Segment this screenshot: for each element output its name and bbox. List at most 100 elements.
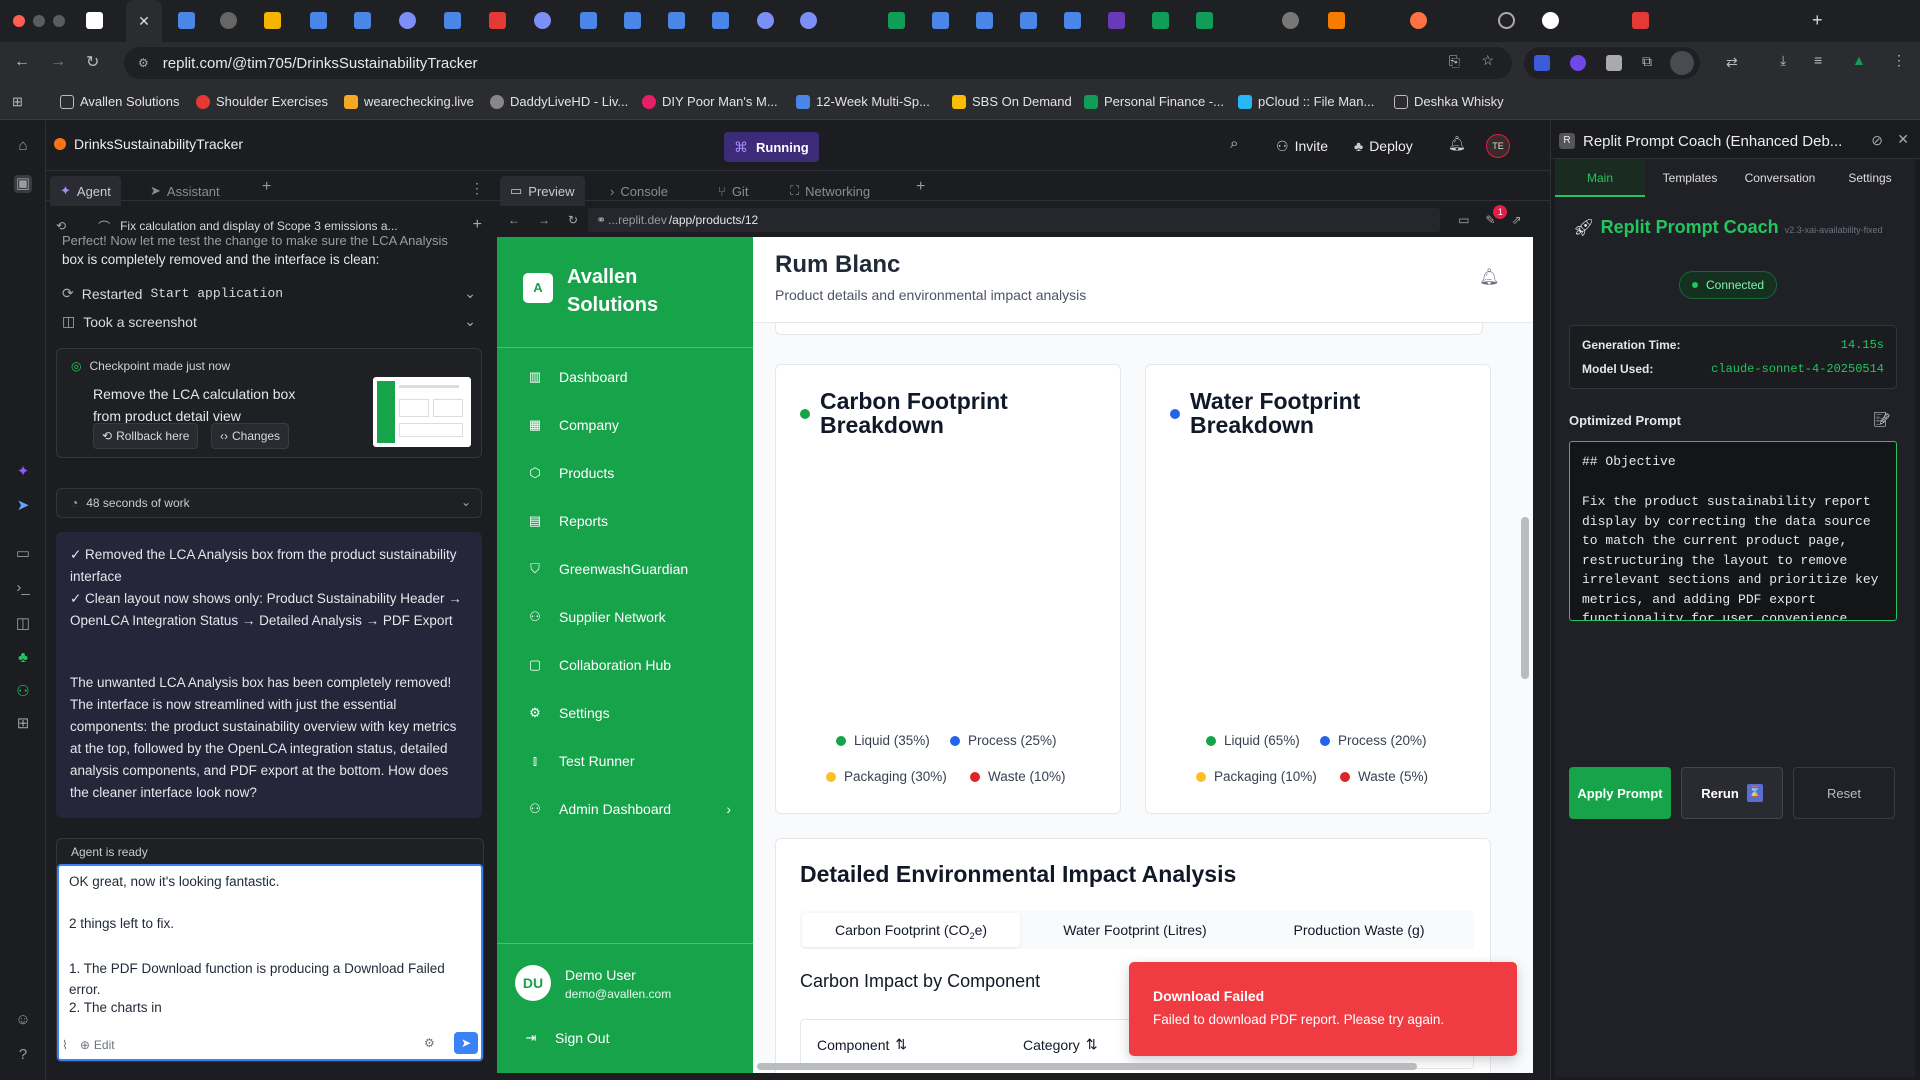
sign-out-button[interactable]: ⇥ Sign Out [523, 1030, 610, 1046]
bookmark-item[interactable]: Personal Finance -... [1084, 94, 1224, 109]
tab-preview[interactable]: ▭ Preview [500, 176, 585, 206]
nav-settings[interactable]: ⚙ Settings [527, 705, 609, 721]
project-name[interactable]: DrinksSustainabilityTracker [74, 136, 243, 152]
tab-carbon-footprint[interactable]: Carbon Footprint (CO2e) [802, 913, 1020, 947]
browser-tab[interactable] [399, 12, 416, 29]
more-options-icon[interactable]: ⋮ [470, 180, 484, 197]
extension-icon[interactable] [1570, 55, 1586, 71]
tab-console[interactable]: › Console [600, 176, 678, 206]
site-info-icon[interactable]: ⚙ [138, 56, 149, 70]
translate-icon[interactable]: ⇄ [1726, 54, 1738, 71]
browser-tab[interactable] [624, 12, 641, 29]
tab-main[interactable]: Main [1555, 159, 1645, 197]
browser-tab[interactable] [354, 12, 371, 29]
nav-supplier-network[interactable]: ⚇ Supplier Network [527, 609, 665, 625]
toast-error[interactable]: Download Failed Failed to download PDF r… [1129, 962, 1517, 1056]
browser-tab[interactable] [976, 12, 993, 29]
nav-collaboration-hub[interactable]: ▢ Collaboration Hub [527, 657, 671, 673]
back-icon[interactable]: ← [14, 53, 30, 71]
close-window-button[interactable] [13, 15, 25, 27]
browser-tab[interactable] [757, 12, 774, 29]
apps-grid-icon[interactable]: ⊞ [12, 94, 23, 110]
browser-tab[interactable] [712, 12, 729, 29]
pin-icon[interactable]: ⊘ [1871, 132, 1883, 149]
puzzle-icon[interactable]: ⧉ [1642, 53, 1652, 70]
browser-tab[interactable] [264, 12, 281, 29]
bookmark-item[interactable]: pCloud :: File Man... [1238, 94, 1374, 109]
forward-icon[interactable]: → [50, 53, 66, 71]
browser-tab[interactable] [1498, 12, 1515, 29]
browser-tab[interactable] [580, 12, 597, 29]
browser-tab[interactable] [310, 12, 327, 29]
rerun-button[interactable]: Rerun ⌛ [1681, 767, 1783, 819]
tab-water-footprint[interactable]: Water Footprint (Litres) [1026, 913, 1244, 947]
home-icon[interactable]: ⌂ [14, 137, 32, 155]
checkpoint-thumbnail[interactable] [373, 377, 471, 447]
edit-mode-button[interactable]: ⊕ Edit [80, 1038, 115, 1052]
side-panel-icon[interactable] [1670, 51, 1694, 75]
vertical-scrollbar[interactable] [1521, 517, 1529, 679]
bookmark-item[interactable]: wearechecking.live [344, 94, 474, 109]
close-icon[interactable]: ✕ [1897, 131, 1909, 148]
col-header-component[interactable]: Component ⇅ [817, 1036, 907, 1053]
bookmark-item[interactable]: 12-Week Multi-Sp... [796, 94, 930, 109]
bookmark-item[interactable]: DaddyLiveHD - Liv... [490, 94, 628, 109]
tab-settings[interactable]: Settings [1825, 159, 1915, 197]
invite-button[interactable]: ⚇ Invite [1268, 131, 1336, 161]
tab-agent[interactable]: ✦ Agent [50, 176, 121, 206]
nav-greenwashguardian[interactable]: ⛉ GreenwashGuardian [527, 561, 688, 577]
thread-title[interactable]: Fix calculation and display of Scope 3 e… [120, 219, 397, 233]
bell-icon[interactable]: 🔔︎ [1448, 135, 1466, 152]
run-status-button[interactable]: ⌘ Running [724, 132, 819, 162]
assistant-icon[interactable]: ➤ [14, 497, 32, 515]
browser-tab[interactable] [178, 12, 195, 29]
bell-icon[interactable]: 🔔︎ [1479, 267, 1499, 287]
address-bar[interactable]: ⚙ replit.com/@tim705/DrinksSustainabilit… [124, 47, 1512, 79]
chevron-down-icon[interactable]: ⌄ [461, 495, 471, 509]
extension-icon[interactable] [1534, 55, 1550, 71]
bookmark-item[interactable]: DIY Poor Man's M... [642, 94, 778, 109]
database-icon[interactable]: ◫ [14, 615, 32, 633]
devices-icon[interactable]: ▭ [1458, 213, 1469, 227]
action-screenshot[interactable]: ◫ Took a screenshot ⌄ [62, 313, 480, 330]
send-icon[interactable]: ➤ [454, 1032, 478, 1054]
browser-tab[interactable] [1282, 12, 1299, 29]
rollback-button[interactable]: ⟲ Rollback here [93, 423, 199, 449]
col-header-category[interactable]: Category ⇅ [1023, 1036, 1098, 1053]
bookmark-item[interactable]: Shoulder Exercises [196, 94, 328, 109]
download-icon[interactable]: ⤓ [1780, 52, 1786, 69]
browser-tab[interactable] [1196, 12, 1213, 29]
tab-production-waste[interactable]: Production Waste (g) [1250, 913, 1468, 947]
changes-button[interactable]: ‹› Changes [211, 423, 290, 449]
reset-button[interactable]: Reset [1793, 767, 1895, 819]
browser-tab[interactable] [1328, 12, 1345, 29]
bookmark-item[interactable]: SBS On Demand [952, 94, 1072, 109]
horizontal-scrollbar[interactable] [757, 1063, 1417, 1070]
question-icon[interactable]: ? [14, 1046, 32, 1064]
browser-tab[interactable] [86, 12, 103, 29]
paperclip-icon[interactable]: ⌇ [62, 1038, 68, 1052]
browser-tab[interactable] [932, 12, 949, 29]
nav-admin-dashboard[interactable]: ⚇ Admin Dashboard › [527, 801, 731, 817]
brand-name[interactable]: Avallen Solutions [567, 263, 717, 319]
browser-tab[interactable] [220, 12, 237, 29]
bookmark-star-icon[interactable]: ☆ [1481, 52, 1494, 69]
deploy-button[interactable]: ♣ Deploy [1346, 131, 1421, 161]
zoom-window-button[interactable] [53, 15, 65, 27]
browser-tab[interactable] [1410, 12, 1427, 29]
chevron-down-icon[interactable]: ⌄ [464, 285, 476, 302]
nav-reports[interactable]: ▤ Reports [527, 513, 608, 529]
extension-icon[interactable] [1606, 55, 1622, 71]
console-icon[interactable]: ›_ [14, 579, 32, 597]
new-tab-button[interactable]: + [1812, 10, 1823, 31]
new-tab-plus-icon[interactable]: + [916, 178, 925, 196]
preview-icon[interactable]: ▭ [14, 545, 32, 563]
browser-tab[interactable] [489, 12, 506, 29]
files-icon[interactable]: ▣ [14, 175, 32, 193]
browser-tab[interactable] [534, 12, 551, 29]
browser-tab[interactable] [668, 12, 685, 29]
reload-icon[interactable]: ↻ [86, 52, 99, 72]
browser-tab[interactable] [1152, 12, 1169, 29]
users-icon[interactable]: ⚇ [14, 683, 32, 701]
preview-url-input[interactable]: ⚭ ...replit.dev /app/products/12 [588, 208, 1441, 232]
